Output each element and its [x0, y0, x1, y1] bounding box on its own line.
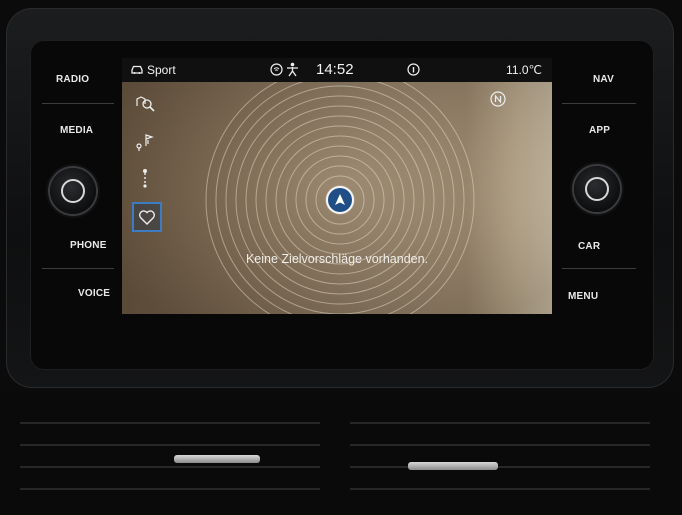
radio-button[interactable]: RADIO — [56, 74, 89, 85]
vent-slat — [20, 488, 320, 490]
info-circle-icon[interactable] — [407, 63, 420, 76]
right-divider-bottom — [562, 268, 636, 269]
poi-pin-icon[interactable] — [132, 165, 158, 191]
navigation-arrow-icon — [335, 194, 345, 205]
destination-search-icon[interactable] — [132, 90, 158, 116]
left-divider-bottom — [42, 268, 114, 269]
vehicle-position-marker — [328, 188, 352, 212]
left-divider-top — [42, 103, 114, 104]
vent-slat — [350, 444, 650, 446]
power-ring-icon — [61, 179, 85, 203]
vent-slat — [20, 422, 320, 424]
vent-slat — [350, 466, 650, 468]
volume-knob[interactable] — [50, 168, 96, 214]
voice-button[interactable]: VOICE — [78, 288, 110, 299]
outside-temperature: 11.0℃ — [506, 63, 542, 77]
menu-button[interactable]: MENU — [568, 291, 598, 302]
status-bar: Sport 14:52 11.0℃ — [122, 58, 552, 82]
vent-slat — [350, 488, 650, 490]
drive-mode-label[interactable]: Sport — [147, 63, 176, 77]
right-vent-handle[interactable] — [408, 462, 498, 470]
right-divider-top — [562, 103, 636, 104]
tune-knob[interactable] — [574, 166, 620, 212]
wireless-icon — [270, 63, 283, 76]
phone-button[interactable]: PHONE — [70, 240, 107, 251]
nav-button[interactable]: NAV — [593, 74, 614, 85]
favorites-heart-icon[interactable] — [132, 202, 162, 232]
no-destination-suggestions-message: Keine Zielvorschläge vorhanden. — [245, 252, 429, 266]
app-button[interactable]: APP — [589, 125, 610, 136]
air-vents — [0, 392, 682, 515]
left-vent-handle[interactable] — [174, 455, 260, 463]
route-flags-icon[interactable] — [132, 128, 158, 154]
vent-slat — [350, 422, 650, 424]
navigation-map[interactable]: Keine Zielvorschläge vorhanden. — [122, 82, 552, 314]
vent-slat — [20, 444, 320, 446]
car-button[interactable]: CAR — [578, 241, 600, 252]
clock-time: 14:52 — [316, 61, 354, 78]
media-button[interactable]: MEDIA — [60, 125, 93, 136]
compass-north-icon[interactable] — [489, 90, 507, 108]
person-icon — [286, 62, 299, 77]
touch-screen: Sport 14:52 11.0℃ Keine Zielvorschläge v… — [122, 58, 552, 314]
knob-ring-icon — [585, 177, 609, 201]
vent-slat — [20, 466, 320, 468]
car-icon — [130, 62, 144, 76]
